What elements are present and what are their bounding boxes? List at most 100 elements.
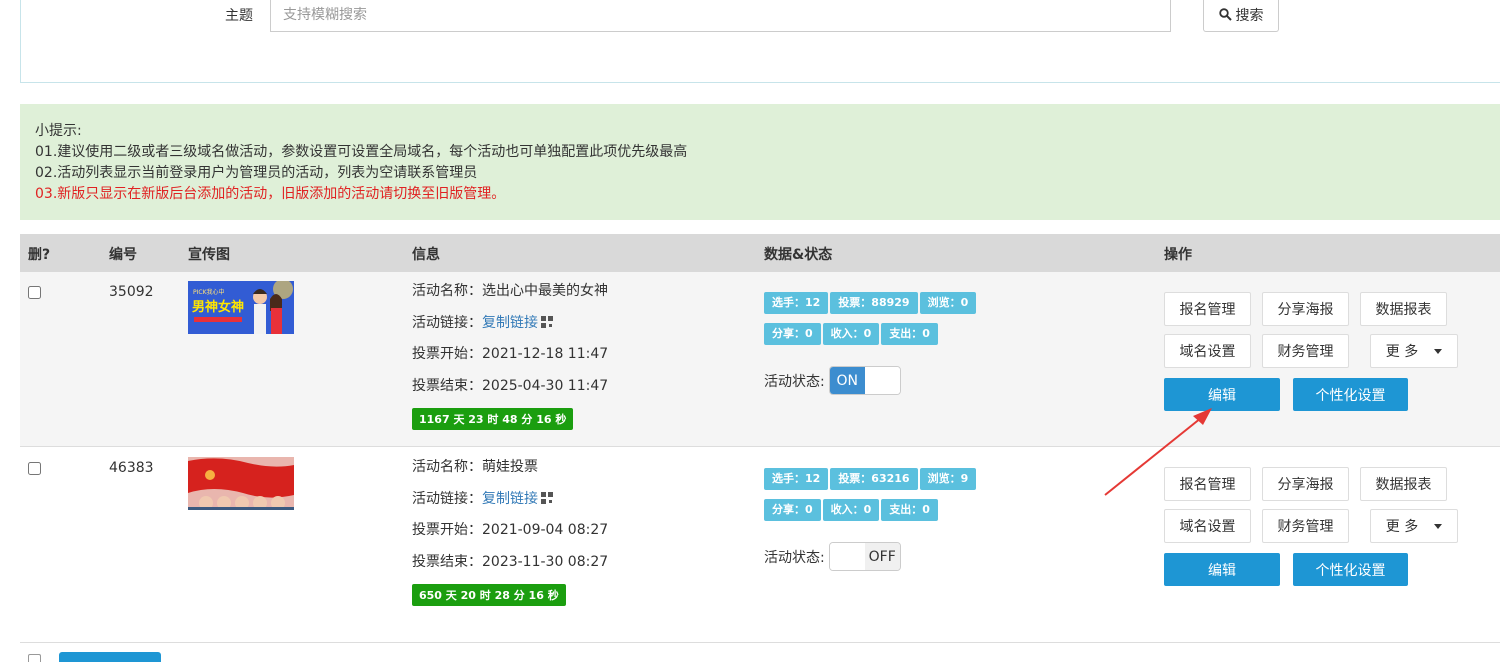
toggle-on: ON (829, 367, 865, 394)
activity-info: 活动名称：选出心中最美的女神 活动链接：复制链接 投票开始：2021-12-18… (412, 281, 608, 430)
activity-link-label: 活动链接： (412, 314, 482, 331)
activity-link-line: 活动链接：复制链接 (412, 489, 608, 521)
poster-image[interactable]: PICK我心中 男神女神 (188, 281, 294, 334)
edit-button[interactable]: 编辑 (1164, 378, 1280, 411)
row-id: 46383 (109, 460, 154, 476)
activity-name-label: 活动名称： (412, 283, 482, 299)
activity-link-label: 活动链接： (412, 490, 482, 507)
views-badge: 浏览：0 (919, 292, 977, 314)
more-label: 更 多 (1385, 344, 1419, 360)
players-badge: 选手：12 (764, 468, 829, 490)
more-label: 更 多 (1385, 519, 1419, 535)
stats-badges: 选手：12 投票：63216 浏览：9 分享：0 收入：0 支出：0 (764, 468, 1024, 530)
status-label: 活动状态: (764, 373, 825, 390)
vote-start: 2021-12-18 11:47 (482, 346, 609, 362)
countdown-badge: 1167 天 23 时 48 分 16 秒 (412, 408, 574, 430)
votes-badge: 投票：88929 (830, 292, 918, 314)
search-button-label: 搜索 (1235, 7, 1264, 24)
search-label: 主题 (225, 8, 253, 24)
income-badge: 收入：0 (822, 323, 880, 345)
activity-name-line: 活动名称：选出心中最美的女神 (412, 281, 608, 313)
share-poster-button[interactable]: 分享海报 (1262, 467, 1349, 501)
header-actions: 操作 (1164, 247, 1192, 263)
vote-start: 2021-09-04 08:27 (482, 522, 609, 538)
edit-button[interactable]: 编辑 (1164, 553, 1280, 586)
toggle-off: OFF (864, 543, 900, 570)
signup-manage-button[interactable]: 报名管理 (1164, 292, 1251, 326)
activity-name-line: 活动名称：萌娃投票 (412, 457, 608, 489)
table-row: 35092 PICK我心中 男神女神 活动名称：选出心中最美的女神 活动链接：复… (20, 272, 1500, 447)
activity-name: 萌娃投票 (482, 459, 538, 475)
more-dropdown-button[interactable]: 更 多 (1370, 509, 1458, 543)
qrcode-icon[interactable] (541, 315, 553, 328)
search-button[interactable]: 搜索 (1203, 0, 1279, 32)
status-toggle[interactable]: ON (828, 366, 901, 395)
vote-end: 2025-04-30 11:47 (482, 377, 609, 394)
vote-end: 2023-11-30 08:27 (482, 553, 609, 570)
svg-text:PICK我心中: PICK我心中 (193, 288, 225, 296)
data-report-button[interactable]: 数据报表 (1360, 467, 1447, 501)
activity-name-label: 活动名称： (412, 459, 482, 475)
custom-settings-button[interactable]: 个性化设置 (1293, 378, 1408, 411)
tips-line-1: 01.建议使用二级或者三级域名做活动，参数设置可设置全局域名，每个活动也可单独配… (35, 144, 688, 160)
shares-badge: 分享：0 (764, 499, 821, 521)
bulk-action-button[interactable] (59, 652, 161, 662)
toggle-handle (829, 543, 865, 570)
header-id: 编号 (109, 247, 137, 263)
vote-end-line: 投票结束：2023-11-30 08:27 (412, 552, 608, 584)
table-header: 删? 编号 宣传图 信息 数据&状态 操作 (20, 234, 1500, 272)
players-badge: 选手：12 (764, 292, 829, 314)
header-poster: 宣传图 (188, 247, 230, 263)
vote-start-label: 投票开始： (412, 346, 482, 362)
data-report-button[interactable]: 数据报表 (1360, 292, 1447, 326)
header-delete: 删? (28, 247, 51, 263)
select-all-checkbox[interactable] (28, 654, 41, 662)
countdown-badge: 650 天 20 时 28 分 16 秒 (412, 584, 566, 606)
tips-line-2: 02.活动列表显示当前登录用户为管理员的活动，列表为空请联系管理员 (35, 165, 478, 181)
custom-settings-button[interactable]: 个性化设置 (1293, 553, 1408, 586)
signup-manage-button[interactable]: 报名管理 (1164, 467, 1251, 501)
vote-start-line: 投票开始：2021-09-04 08:27 (412, 520, 608, 552)
poster-image[interactable] (188, 457, 294, 510)
header-info: 信息 (412, 247, 440, 263)
copy-link[interactable]: 复制链接 (482, 315, 538, 331)
vote-start-line: 投票开始：2021-12-18 11:47 (412, 344, 608, 376)
domain-settings-button[interactable]: 域名设置 (1164, 509, 1251, 543)
activity-info: 活动名称：萌娃投票 活动链接：复制链接 投票开始：2021-09-04 08:2… (412, 457, 608, 606)
search-icon (1218, 8, 1232, 21)
tips-title: 小提示: (35, 123, 82, 139)
qrcode-icon[interactable] (541, 491, 553, 504)
copy-link[interactable]: 复制链接 (482, 491, 538, 507)
more-dropdown-button[interactable]: 更 多 (1370, 334, 1458, 368)
vote-end-label: 投票结束： (412, 377, 482, 394)
activity-status: 活动状态: ON (764, 366, 901, 395)
row-delete-checkbox[interactable] (28, 462, 41, 475)
expense-badge: 支出：0 (881, 499, 938, 521)
caret-down-icon (1434, 348, 1443, 354)
share-poster-button[interactable]: 分享海报 (1262, 292, 1349, 326)
domain-settings-button[interactable]: 域名设置 (1164, 334, 1251, 368)
expense-badge: 支出：0 (881, 323, 938, 345)
table-row: 46383 活动名称：萌娃投票 活动链接：复制链接 投票开始：2021-09-0… (20, 448, 1500, 643)
activity-status: 活动状态: OFF (764, 542, 901, 571)
finance-manage-button[interactable]: 财务管理 (1262, 509, 1349, 543)
tips-line-3: 03.新版只显示在新版后台添加的活动，旧版添加的活动请切换至旧版管理。 (35, 186, 506, 202)
vote-end-label: 投票结束： (412, 553, 482, 570)
header-data-status: 数据&状态 (764, 247, 833, 263)
search-panel: 主题 搜索 (20, 0, 1500, 83)
row-delete-checkbox[interactable] (28, 286, 41, 299)
caret-down-icon (1434, 523, 1443, 529)
views-badge: 浏览：9 (919, 468, 977, 490)
shares-badge: 分享：0 (764, 323, 821, 345)
vote-end-line: 投票结束：2025-04-30 11:47 (412, 376, 608, 408)
status-label: 活动状态: (764, 549, 825, 566)
vote-start-label: 投票开始： (412, 522, 482, 538)
activity-link-line: 活动链接：复制链接 (412, 313, 608, 345)
status-toggle[interactable]: OFF (828, 542, 901, 571)
search-input[interactable] (270, 0, 1171, 32)
finance-manage-button[interactable]: 财务管理 (1262, 334, 1349, 368)
income-badge: 收入：0 (822, 499, 880, 521)
stats-badges: 选手：12 投票：88929 浏览：0 分享：0 收入：0 支出：0 (764, 292, 1024, 354)
activity-name: 选出心中最美的女神 (482, 283, 608, 299)
tips-panel: 小提示: 01.建议使用二级或者三级域名做活动，参数设置可设置全局域名，每个活动… (20, 104, 1500, 220)
